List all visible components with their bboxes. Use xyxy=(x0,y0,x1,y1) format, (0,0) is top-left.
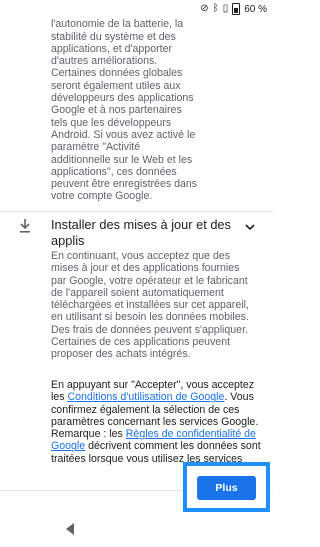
battery-percent: 60 % xyxy=(244,3,267,15)
more-button[interactable]: Plus xyxy=(197,476,256,500)
signal-off-icon: ⊘ xyxy=(200,3,209,14)
scroll-content[interactable]: nous permettront d'optimiser l'autonomie… xyxy=(0,0,273,490)
updates-section-title: Installer des mises à jour et des applis xyxy=(51,217,231,248)
terms-of-service-link[interactable]: Conditions d'utilisation de Google xyxy=(68,391,225,403)
back-triangle-icon[interactable] xyxy=(64,522,76,536)
battery-icon xyxy=(232,3,241,15)
battery-intro-text: nous permettront d'optimiser l'autonomie… xyxy=(51,6,198,203)
more-button-highlight: Plus xyxy=(183,462,270,512)
updates-section-body: En continuant, vous acceptez que des mis… xyxy=(51,250,249,361)
terms-text: En appuyant sur "Accepter", vous accepte… xyxy=(51,379,261,465)
section-divider xyxy=(0,211,273,212)
vibrate-icon: ▯ xyxy=(222,3,229,14)
bluetooth-icon: ᛒ xyxy=(212,3,219,14)
status-bar: ⊘ ᛒ ▯ 60 % xyxy=(0,0,273,18)
chevron-down-icon[interactable] xyxy=(244,222,256,232)
download-icon xyxy=(20,219,30,233)
